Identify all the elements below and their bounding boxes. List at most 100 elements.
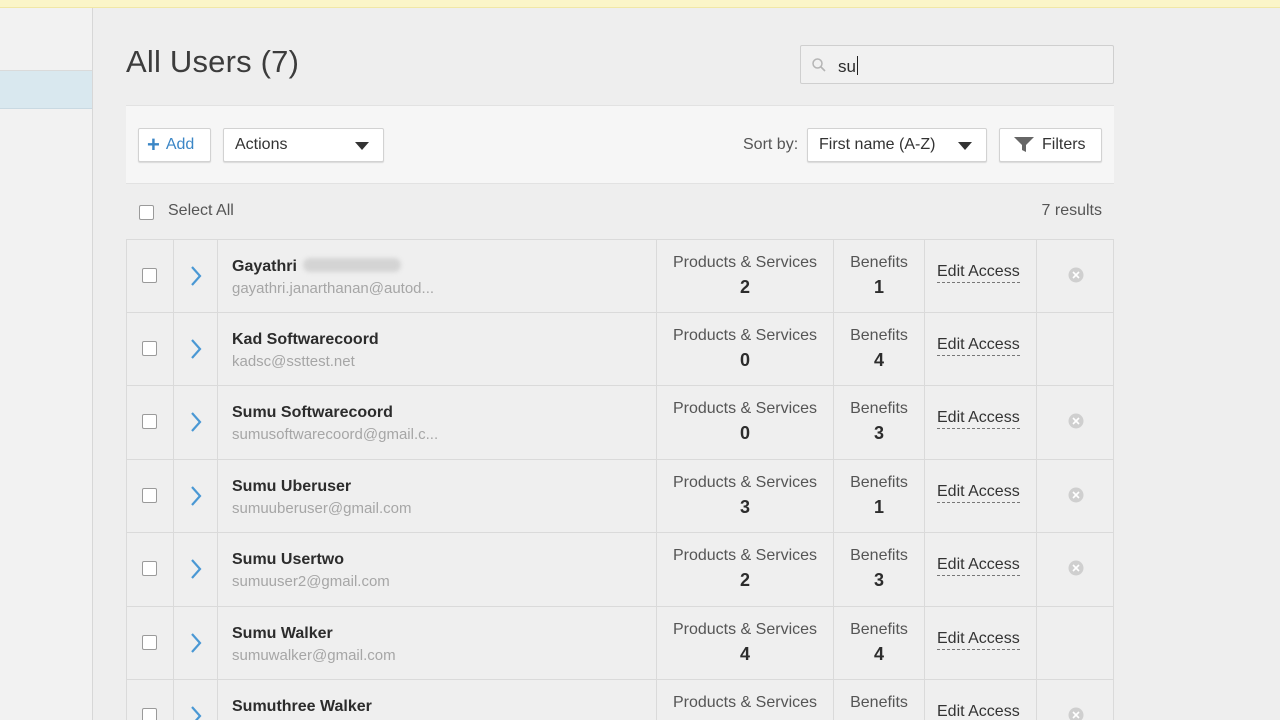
chevron-down-icon — [355, 142, 369, 150]
chevron-right-icon — [191, 632, 202, 653]
expand-row-button[interactable] — [174, 312, 218, 385]
products-count: 0 — [739, 423, 750, 443]
user-email: gayathri.janarthanan@autod... — [232, 280, 435, 297]
select-all-checkbox[interactable] — [139, 205, 154, 220]
row-checkbox[interactable] — [142, 268, 157, 283]
products-count: 0 — [739, 349, 750, 370]
remove-user-icon[interactable] — [1068, 560, 1084, 576]
user-email: sumuuser2@gmail.com — [232, 573, 390, 590]
sort-dropdown-value: First name (A-Z) — [819, 136, 936, 153]
user-name[interactable]: Kad Softwarecoord — [232, 331, 379, 349]
row-checkbox[interactable] — [142, 340, 157, 356]
products-label: Products & Services — [672, 326, 818, 344]
edit-access-link[interactable]: Edit Access — [937, 703, 1020, 720]
table-row: Kad Softwarecoord kadsc@ssttest.net Prod… — [126, 312, 1114, 386]
user-email: sumuuberuser@gmail.com — [232, 499, 412, 517]
plus-icon: + — [147, 132, 160, 157]
user-email: sumuwalker@gmail.com — [232, 646, 396, 664]
products-label: Products & Services — [672, 547, 818, 564]
benefits-label: Benefits — [850, 400, 908, 417]
products-count: 2 — [739, 277, 750, 297]
select-all-label: Select All — [168, 202, 234, 219]
user-name-text: Kad Softwarecoord — [232, 330, 379, 348]
filters-button[interactable]: Filters — [999, 128, 1102, 162]
page-title: All Users (7) — [126, 44, 300, 79]
table-row: Sumu Uberuser sumuuberuser@gmail.com Pro… — [126, 459, 1114, 533]
sort-dropdown[interactable]: First name (A-Z) — [807, 128, 987, 162]
user-name-text: Sumuthree Walker — [232, 698, 372, 715]
user-name[interactable]: Gayathri — [232, 258, 401, 276]
user-name[interactable]: Sumu Walker — [232, 625, 333, 643]
table-row: Sumu Softwarecoord sumusoftwarecoord@gma… — [126, 386, 1114, 460]
row-checkbox[interactable] — [142, 561, 157, 576]
user-name-text: Sumu Softwarecoord — [232, 404, 393, 421]
benefits-label: Benefits — [850, 254, 908, 271]
row-checkbox[interactable] — [142, 414, 157, 429]
text-caret — [856, 56, 858, 75]
sidebar-item-active[interactable] — [0, 71, 92, 109]
chevron-right-icon — [191, 338, 202, 359]
user-name-text: Sumu Uberuser — [232, 477, 352, 495]
edit-access-link[interactable]: Edit Access — [937, 409, 1020, 429]
actions-dropdown[interactable]: Actions — [223, 128, 384, 162]
top-banner — [0, 0, 1280, 8]
table-row: Gayathri gayathri.janarthanan@autod... P… — [126, 239, 1114, 313]
row-checkbox[interactable] — [142, 487, 157, 503]
results-count: 7 results — [1041, 202, 1102, 219]
row-checkbox[interactable] — [142, 708, 157, 720]
search-icon — [812, 58, 826, 72]
filters-button-label: Filters — [1042, 136, 1086, 153]
table-row: Sumuthree Walker Products & Services Ben… — [126, 680, 1114, 720]
remove-user-icon[interactable] — [1068, 267, 1084, 283]
expand-row-button[interactable] — [174, 680, 218, 720]
filter-icon — [1014, 137, 1034, 152]
remove-user-icon[interactable] — [1068, 487, 1084, 503]
search-box[interactable]: su — [800, 45, 1114, 84]
products-count: 3 — [739, 496, 750, 517]
table-row: Sumu Walker sumuwalker@gmail.com Product… — [126, 606, 1114, 680]
toolbar: + Add Actions Sort by: First name (A-Z) … — [126, 105, 1114, 184]
sidebar-item-top[interactable] — [0, 8, 92, 71]
products-label: Products & Services — [672, 254, 818, 271]
expand-row-button[interactable] — [174, 386, 218, 459]
products-label: Products & Services — [672, 473, 818, 491]
products-label: Products & Services — [672, 400, 818, 417]
add-button[interactable]: + Add — [138, 128, 211, 162]
add-button-label: Add — [165, 136, 195, 153]
user-email: sumusoftwarecoord@gmail.c... — [232, 426, 439, 443]
edit-access-link[interactable]: Edit Access — [937, 556, 1020, 576]
benefits-count: 4 — [873, 349, 884, 370]
user-name[interactable]: Sumuthree Walker — [232, 698, 372, 716]
actions-dropdown-label: Actions — [235, 136, 288, 153]
select-bar: Select All 7 results — [126, 185, 1114, 239]
benefits-count: 1 — [873, 277, 884, 297]
chevron-right-icon — [191, 266, 202, 286]
edit-access-link[interactable]: Edit Access — [937, 630, 1020, 650]
remove-user-icon[interactable] — [1068, 707, 1084, 720]
edit-access-link[interactable]: Edit Access — [937, 336, 1020, 356]
search-input[interactable]: su — [838, 56, 858, 77]
user-name-text: Sumu Usertwo — [232, 551, 345, 568]
chevron-right-icon — [191, 706, 202, 720]
expand-row-button[interactable] — [174, 606, 218, 679]
expand-row-button[interactable] — [174, 533, 218, 606]
redacted-surname — [302, 258, 401, 272]
edit-access-link[interactable]: Edit Access — [937, 483, 1020, 503]
expand-row-button[interactable] — [174, 240, 218, 312]
sidebar — [0, 8, 93, 720]
products-count: 2 — [739, 570, 750, 590]
sort-by-label: Sort by: — [743, 136, 799, 153]
remove-user-icon[interactable] — [1068, 413, 1084, 429]
user-name[interactable]: Sumu Softwarecoord — [232, 404, 393, 422]
edit-access-link[interactable]: Edit Access — [937, 263, 1020, 283]
row-checkbox[interactable] — [142, 634, 157, 650]
table-row: Sumu Usertwo sumuuser2@gmail.com Product… — [126, 533, 1114, 607]
products-count: 4 — [739, 643, 750, 664]
expand-row-button[interactable] — [174, 459, 218, 532]
user-name[interactable]: Sumu Usertwo — [232, 551, 344, 569]
benefits-label: Benefits — [850, 694, 908, 711]
benefits-count: 1 — [873, 496, 884, 517]
products-label: Products & Services — [672, 694, 818, 711]
user-name[interactable]: Sumu Uberuser — [232, 478, 351, 496]
user-name-text: Sumu Walker — [232, 624, 333, 642]
